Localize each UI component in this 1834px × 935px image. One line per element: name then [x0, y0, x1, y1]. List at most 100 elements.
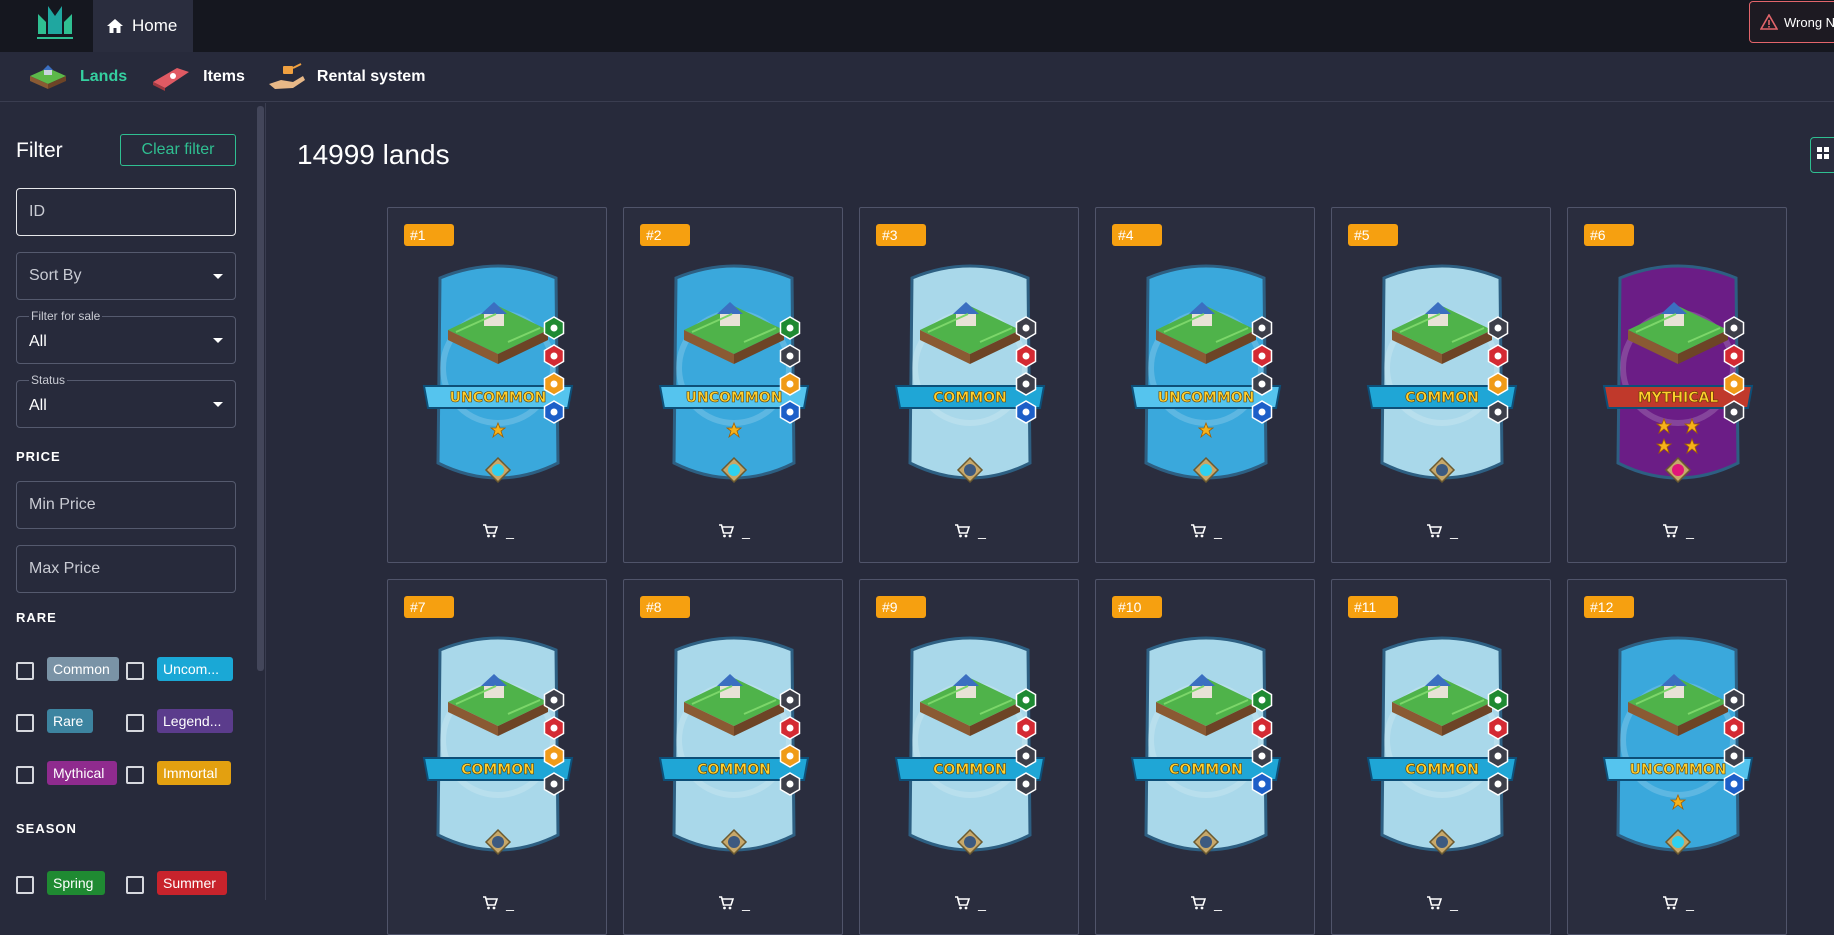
checkbox-immortal[interactable]	[126, 766, 144, 784]
land-price[interactable]: _	[624, 523, 844, 539]
land-card[interactable]: #4 UNCOMMON _	[1095, 207, 1315, 563]
land-card-art: COMMON	[422, 636, 574, 856]
land-price-value: _	[1450, 523, 1458, 539]
tag-summer: Summer	[157, 871, 227, 895]
land-id-badge: #4	[1112, 224, 1162, 246]
grid-view-toggle[interactable]	[1810, 137, 1834, 173]
rare-heading: RARE	[16, 610, 57, 625]
land-price-value: _	[742, 895, 750, 911]
land-price-value: _	[742, 523, 750, 539]
checkbox-uncommon[interactable]	[126, 662, 144, 680]
nav-item-items[interactable]: Items	[149, 57, 245, 97]
sort-caret-icon	[213, 273, 223, 279]
land-card[interactable]: #5 COMMON _	[1331, 207, 1551, 563]
land-card[interactable]: #6 MYTHICAL _	[1567, 207, 1787, 563]
checkbox-mythical[interactable]	[16, 766, 34, 784]
land-card[interactable]: #8 COMMON _	[623, 579, 843, 935]
land-card[interactable]: #2 UNCOMMON _	[623, 207, 843, 563]
nav-item-rental-system[interactable]: Rental system	[267, 57, 426, 97]
app-logo[interactable]	[34, 0, 76, 42]
checkbox-common[interactable]	[16, 662, 34, 680]
filter-sidebar: Filter Clear filter Sort By Filter for s…	[0, 103, 266, 900]
id-input[interactable]	[17, 189, 235, 235]
land-card-art: COMMON	[894, 264, 1046, 484]
tag-legendary: Legend...	[157, 709, 233, 733]
land-price[interactable]: _	[1332, 895, 1552, 911]
tag-rare: Rare	[47, 709, 93, 733]
nav-items-label: Items	[203, 67, 245, 85]
status-select[interactable]: Status All	[16, 373, 236, 428]
land-card-art: UNCOMMON	[658, 264, 810, 484]
land-id-badge: #3	[876, 224, 926, 246]
land-price[interactable]: _	[1332, 523, 1552, 539]
sidebar-scrollbar[interactable]	[257, 106, 264, 671]
max-price-input[interactable]	[17, 546, 235, 592]
wrong-network-button[interactable]: Wrong N	[1749, 1, 1834, 43]
land-card[interactable]: #12 UNCOMMON _	[1567, 579, 1787, 935]
land-card[interactable]: #1 UNCOMMON _	[387, 207, 607, 563]
checkbox-legendary[interactable]	[126, 714, 144, 732]
filter-for-sale-select[interactable]: Filter for sale All	[16, 309, 236, 364]
home-tab[interactable]: Home	[93, 0, 193, 52]
filter-for-sale-value: All	[29, 333, 47, 350]
svg-text:UNCOMMON: UNCOMMON	[1630, 762, 1727, 778]
clear-filter-button[interactable]: Clear filter	[120, 134, 236, 166]
land-card[interactable]: #11 COMMON _	[1331, 579, 1551, 935]
checkbox-rare[interactable]	[16, 714, 34, 732]
filter-for-sale-label: Filter for sale	[29, 309, 103, 323]
nav-rental-label: Rental system	[316, 67, 426, 85]
svg-text:MYTHICAL: MYTHICAL	[1638, 390, 1719, 406]
cart-icon	[719, 896, 735, 910]
land-card[interactable]: #7 COMMON _	[387, 579, 607, 935]
svg-text:COMMON: COMMON	[461, 762, 535, 778]
cart-icon	[1427, 896, 1443, 910]
min-price-wrapper	[16, 481, 236, 529]
land-id-badge: #1	[404, 224, 454, 246]
land-card-art: COMMON	[658, 636, 810, 856]
land-price[interactable]: _	[1568, 895, 1788, 911]
sort-by-label: Sort By	[29, 267, 82, 284]
status-label: Status	[29, 373, 68, 387]
land-price-value: _	[1214, 523, 1222, 539]
land-price[interactable]: _	[860, 895, 1080, 911]
land-card-art: UNCOMMON	[1602, 636, 1754, 856]
tag-spring: Spring	[47, 871, 105, 895]
land-card-art: UNCOMMON	[422, 264, 574, 484]
cart-icon	[955, 896, 971, 910]
nav-item-lands[interactable]: Lands	[26, 57, 127, 97]
land-card[interactable]: #9 COMMON _	[859, 579, 1079, 935]
svg-text:COMMON: COMMON	[933, 390, 1007, 406]
min-price-input[interactable]	[17, 482, 235, 528]
checkbox-spring[interactable]	[16, 876, 34, 894]
land-card-art: COMMON	[1366, 264, 1518, 484]
land-card-art: UNCOMMON	[1130, 264, 1282, 484]
land-card-art: COMMON	[1130, 636, 1282, 856]
svg-text:COMMON: COMMON	[1405, 390, 1479, 406]
land-icon	[30, 64, 66, 89]
land-price[interactable]: _	[1568, 523, 1788, 539]
cart-icon	[955, 524, 971, 538]
land-card[interactable]: #3 COMMON _	[859, 207, 1079, 563]
land-price[interactable]: _	[1096, 895, 1316, 911]
svg-text:COMMON: COMMON	[1169, 762, 1243, 778]
land-id-badge: #9	[876, 596, 926, 618]
svg-text:COMMON: COMMON	[697, 762, 771, 778]
land-price[interactable]: _	[624, 895, 844, 911]
land-price-value: _	[1686, 895, 1694, 911]
land-price[interactable]: _	[860, 523, 1080, 539]
land-card-art: COMMON	[894, 636, 1046, 856]
land-card-art: MYTHICAL	[1602, 264, 1754, 484]
land-price[interactable]: _	[1096, 523, 1316, 539]
land-card[interactable]: #10 COMMON _	[1095, 579, 1315, 935]
id-field-wrapper	[16, 188, 236, 236]
land-price-value: _	[1214, 895, 1222, 911]
land-price[interactable]: _	[388, 895, 608, 911]
land-id-badge: #12	[1584, 596, 1634, 618]
wrong-network-label: Wrong N	[1784, 14, 1834, 30]
checkbox-summer[interactable]	[126, 876, 144, 894]
land-id-badge: #10	[1112, 596, 1162, 618]
land-price[interactable]: _	[388, 523, 608, 539]
sort-by-select[interactable]: Sort By	[16, 252, 236, 300]
svg-text:UNCOMMON: UNCOMMON	[450, 390, 547, 406]
svg-text:COMMON: COMMON	[933, 762, 1007, 778]
